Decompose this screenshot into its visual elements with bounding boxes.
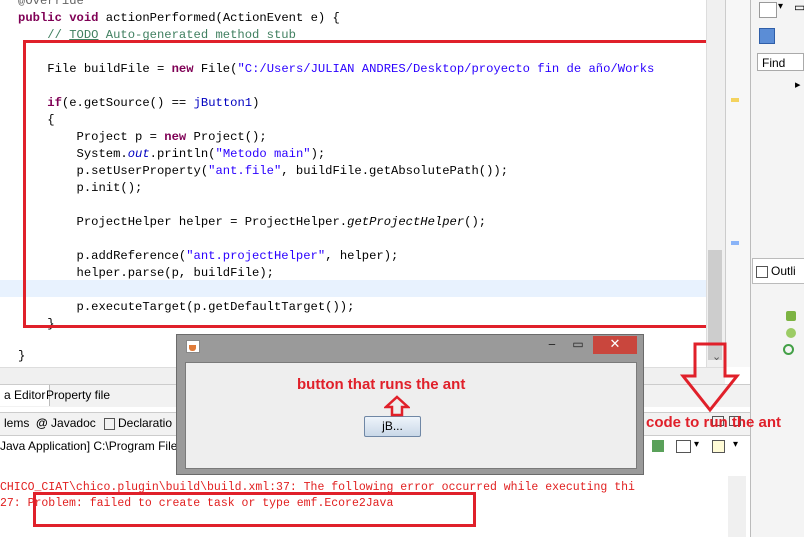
task-list-icon[interactable] [759,28,775,44]
occurrence-marker[interactable] [731,241,739,245]
find-input[interactable]: Find [757,53,804,71]
button-annotation-label: button that runs the ant [297,376,466,393]
error-highlight-box [33,492,476,527]
outline-view-tab[interactable]: Outli [752,258,804,284]
pin-console-icon[interactable] [652,440,664,452]
outline-icon [756,265,768,278]
new-console-icon[interactable] [712,440,725,453]
arrow-down-icon [680,342,740,413]
console-scrollbar[interactable] [728,476,746,537]
at-icon: @ [36,416,52,430]
chevron-right-icon[interactable]: ▸ [795,78,801,91]
tab-problems[interactable]: lems [0,413,33,434]
new-task-icon[interactable] [759,2,777,18]
tab-property-file[interactable]: Property file [42,385,114,406]
arrow-up-icon [384,395,410,417]
jbutton1[interactable]: jB... [364,416,421,437]
console-title: Java Application] C:\Program Files [0,439,180,453]
code-line-2: public void actionPerformed(ActionEvent … [18,11,340,25]
method-icon [783,344,794,355]
package-icon [786,311,796,321]
overview-ruler[interactable] [725,0,750,367]
class-icon [786,328,796,338]
tab-declaration[interactable]: Declaratio [100,413,176,434]
dropdown-arrow-icon[interactable]: ▾ [778,1,783,12]
declaration-icon [104,417,115,430]
code-annotation-label: code to run the ant [646,414,781,431]
dropdown-arrow-icon[interactable]: ▾ [694,439,699,450]
tab-javadoc[interactable]: @ Javadoc [32,413,100,434]
close-window-button[interactable]: ✕ [593,336,637,354]
code-line-22: } [18,349,26,363]
maximize-window-button[interactable]: ▭ [566,336,590,354]
minimize-icon[interactable]: ▭ [794,0,804,14]
code-line-1: @Override [18,0,84,8]
code-highlight-box [23,40,718,328]
warning-marker[interactable] [731,98,739,102]
minimize-window-button[interactable]: ‒ [540,336,564,354]
dropdown-arrow-icon[interactable]: ▾ [733,439,738,450]
java-cup-icon [186,340,200,353]
display-console-icon[interactable] [676,440,691,453]
